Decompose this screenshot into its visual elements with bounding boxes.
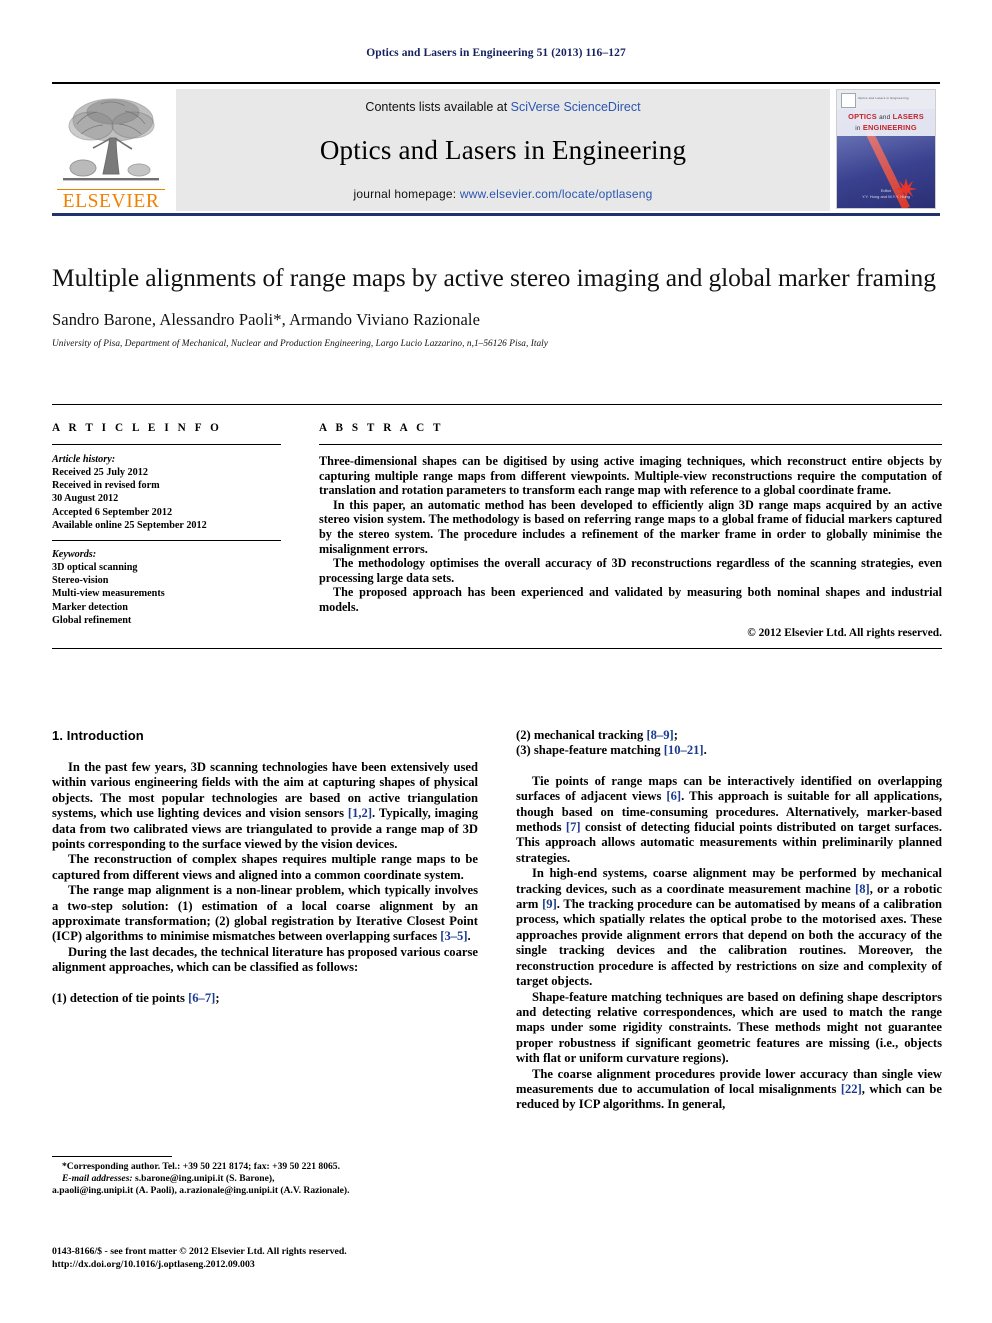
- history-item: Accepted 6 September 2012: [52, 506, 173, 518]
- body-paragraph: The reconstruction of complex shapes req…: [52, 852, 478, 883]
- body-paragraph: Shape-feature matching techniques are ba…: [516, 990, 942, 1067]
- cover-footer: Editor Y.Y. Hung and M.Y.Y. Hung: [837, 188, 935, 199]
- body-paragraph: In high-end systems, coarse alignment ma…: [516, 866, 942, 989]
- keyword-item: Stereo-vision: [52, 575, 109, 587]
- copyright-line: © 2012 Elsevier Ltd. All rights reserved…: [747, 626, 942, 639]
- corresponding-author-note: *Corresponding author. Tel.: +39 50 221 …: [62, 1161, 340, 1172]
- section-title-introduction: 1. Introduction: [52, 728, 144, 743]
- running-head: Optics and Lasers in Engineering 51 (201…: [366, 47, 626, 59]
- info-abstract-region: A R T I C L E I N F O Article history: R…: [52, 404, 942, 649]
- cover-title-line2: in ENGINEERING: [837, 123, 935, 134]
- left-column: 1. Introduction In the past few years, 3…: [52, 728, 478, 1113]
- issn-front-matter: 0143-8166/$ - see front matter © 2012 El…: [52, 1246, 347, 1257]
- title-block: Multiple alignments of range maps by act…: [52, 262, 942, 349]
- journal-band: Contents lists available at SciVerse Sci…: [176, 89, 830, 211]
- body-paragraph-text: Tie points of range maps can be interact…: [516, 773, 942, 865]
- homepage-prefix: journal homepage:: [353, 187, 460, 201]
- body-columns: 1. Introduction In the past few years, 3…: [52, 728, 942, 1113]
- list-item: (3) shape-feature matching [10–21].: [516, 743, 707, 758]
- email-label: E-mail addresses:: [62, 1173, 133, 1185]
- abstract-divider: [319, 444, 942, 445]
- body-paragraph-text: The reconstruction of complex shapes req…: [52, 852, 478, 882]
- cover-mini-logo-icon: [841, 93, 856, 108]
- journal-homepage-link[interactable]: www.elsevier.com/locate/optlaseng: [460, 187, 653, 201]
- history-item: Received 25 July 2012: [52, 467, 148, 478]
- abstract-paragraph: The methodology optimises the overall ac…: [319, 556, 942, 585]
- cover-title-band: OPTICS and LASERS in ENGINEERING: [837, 109, 935, 136]
- footnote-block: *Corresponding author. Tel.: +39 50 221 …: [52, 1156, 478, 1198]
- keyword-item: Multi-view measurements: [52, 588, 165, 600]
- cover-word-in: in: [855, 125, 861, 132]
- body-paragraph-text: The coarse alignment procedures provide …: [516, 1066, 942, 1112]
- list-item: (2) mechanical tracking [8–9];: [516, 728, 678, 742]
- history-item: Available online 25 September 2012: [52, 519, 207, 531]
- paper-page: Optics and Lasers in Engineering 51 (201…: [0, 0, 992, 1323]
- body-paragraph: In the past few years, 3D scanning techn…: [52, 760, 478, 852]
- contents-prefix: Contents lists available at: [365, 100, 511, 114]
- keyword-item: Marker detection: [52, 601, 128, 613]
- journal-masthead: ELSEVIER Contents lists available at Sci…: [52, 82, 940, 216]
- journal-homepage-line: journal homepage: www.elsevier.com/locat…: [353, 187, 652, 201]
- article-history-label: Article history:: [52, 454, 116, 465]
- body-paragraph-text: The range map alignment is a non-linear …: [52, 883, 478, 944]
- body-paragraph-text: During the last decades, the technical l…: [52, 944, 478, 975]
- body-paragraph: The range map alignment is a non-linear …: [52, 883, 478, 945]
- keyword-item: 3D optical scanning: [52, 562, 138, 574]
- body-paragraph-text: Shape-feature matching techniques are ba…: [516, 989, 942, 1066]
- journal-cover-thumbnail[interactable]: Optics and Lasers in Engineering OPTICS …: [836, 89, 940, 211]
- article-info-heading: A R T I C L E I N F O: [52, 422, 222, 434]
- abstract-column: A B S T R A C T Three-dimensional shapes…: [299, 422, 942, 639]
- keyword-item: Global refinement: [52, 614, 132, 626]
- author-list: Sandro Barone, Alessandro Paoli*, Armand…: [52, 310, 481, 329]
- journal-title: Optics and Lasers in Engineering: [319, 135, 687, 165]
- right-column: (2) mechanical tracking [8–9]; (3) shape…: [516, 728, 942, 1113]
- doi-link[interactable]: http://dx.doi.org/10.1016/j.optlaseng.20…: [52, 1259, 482, 1272]
- cover-title-line1: OPTICS and LASERS: [837, 111, 935, 123]
- keywords-divider: [52, 540, 281, 542]
- list-item: (1) detection of tie points [6–7];: [52, 990, 220, 1005]
- body-paragraph-text: In the past few years, 3D scanning techn…: [52, 760, 478, 852]
- abstract-heading: A B S T R A C T: [319, 422, 444, 434]
- abstract-paragraph: Three-dimensional shapes can be digitise…: [319, 454, 942, 498]
- imprint-block: 0143-8166/$ - see front matter © 2012 El…: [52, 1246, 482, 1271]
- cover-word-optics: OPTICS: [848, 112, 877, 121]
- email-line-2: a.paoli@ing.unipi.it (A. Paoli), a.razio…: [52, 1185, 350, 1197]
- cover-word-and: and: [879, 114, 891, 121]
- abstract-paragraph: The proposed approach has been experienc…: [319, 585, 942, 614]
- history-item: Received in revised form: [52, 480, 160, 492]
- article-info-column: A R T I C L E I N F O Article history: R…: [52, 422, 299, 639]
- email-line-1: s.barone@ing.unipi.it (S. Barone),: [132, 1173, 275, 1185]
- cover-footer-line2: Y.Y. Hung and M.Y.Y. Hung: [862, 193, 910, 199]
- contents-available-line: Contents lists available at SciVerse Sci…: [365, 100, 640, 114]
- elsevier-logo: ELSEVIER: [52, 87, 170, 213]
- body-paragraph: Tie points of range maps can be interact…: [516, 774, 942, 866]
- email-addresses-note: E-mail addresses: s.barone@ing.unipi.it …: [52, 1173, 478, 1185]
- keywords-label: Keywords:: [52, 549, 97, 561]
- body-paragraph: During the last decades, the technical l…: [52, 945, 478, 976]
- article-info-divider: [52, 444, 281, 445]
- elsevier-tree-icon: [63, 98, 159, 180]
- footnote-rule: [52, 1156, 172, 1157]
- abstract-paragraph: In this paper, an automatic method has b…: [319, 497, 942, 556]
- cover-mini-header: Optics and Lasers in Engineering: [858, 96, 909, 100]
- history-item: 30 August 2012: [52, 493, 119, 505]
- cover-word-lasers: LASERS: [892, 112, 924, 121]
- sciencedirect-link[interactable]: SciVerse ScienceDirect: [511, 100, 641, 114]
- cover-word-engineering: ENGINEERING: [862, 123, 917, 132]
- cover-artwork: Optics and Lasers in Engineering OPTICS …: [836, 89, 936, 209]
- body-paragraph-text: In high-end systems, coarse alignment ma…: [516, 866, 942, 989]
- page-title: Multiple alignments of range maps by act…: [52, 263, 936, 292]
- elsevier-wordmark: ELSEVIER: [57, 188, 165, 212]
- body-paragraph: The coarse alignment procedures provide …: [516, 1067, 942, 1113]
- affiliation: University of Pisa, Department of Mechan…: [52, 339, 548, 349]
